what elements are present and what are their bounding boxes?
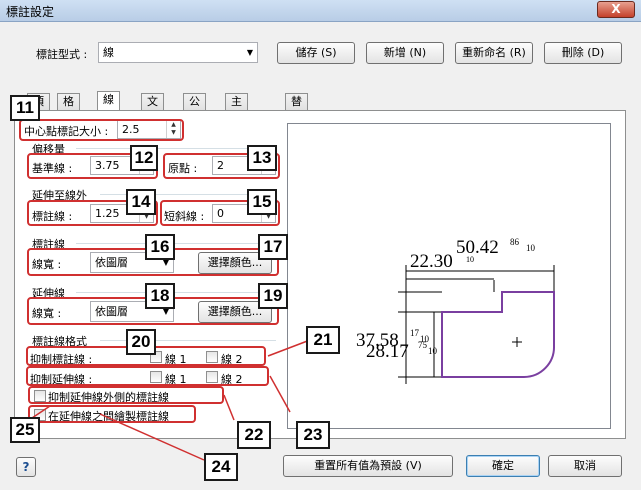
reset-defaults-button[interactable]: 重置所有值為預設 (V) (283, 455, 453, 477)
arrow-21 (267, 339, 311, 357)
ok-button[interactable]: 確定 (466, 455, 540, 477)
callout-14: 14 (126, 189, 156, 215)
callout-11: 11 (10, 95, 40, 121)
arrow-24 (99, 413, 205, 461)
callout-20: 20 (126, 329, 156, 355)
callout-16: 16 (145, 234, 175, 260)
callout-12: 12 (130, 145, 158, 171)
cancel-button[interactable]: 取消 (548, 455, 622, 477)
arrow-22 (223, 394, 235, 421)
arrow-23 (269, 375, 291, 413)
callout-25: 25 (10, 417, 40, 443)
callout-17: 17 (258, 234, 288, 260)
callout-21: 21 (306, 326, 340, 354)
callout-15: 15 (247, 189, 277, 215)
callout-22: 22 (237, 421, 271, 449)
callout-24: 24 (204, 453, 238, 481)
callout-19: 19 (258, 283, 288, 309)
callout-23: 23 (296, 421, 330, 449)
annotation-arrows (31, 339, 311, 461)
callout-13: 13 (247, 145, 277, 171)
help-button[interactable]: ? (16, 457, 36, 477)
callout-18: 18 (145, 283, 175, 309)
